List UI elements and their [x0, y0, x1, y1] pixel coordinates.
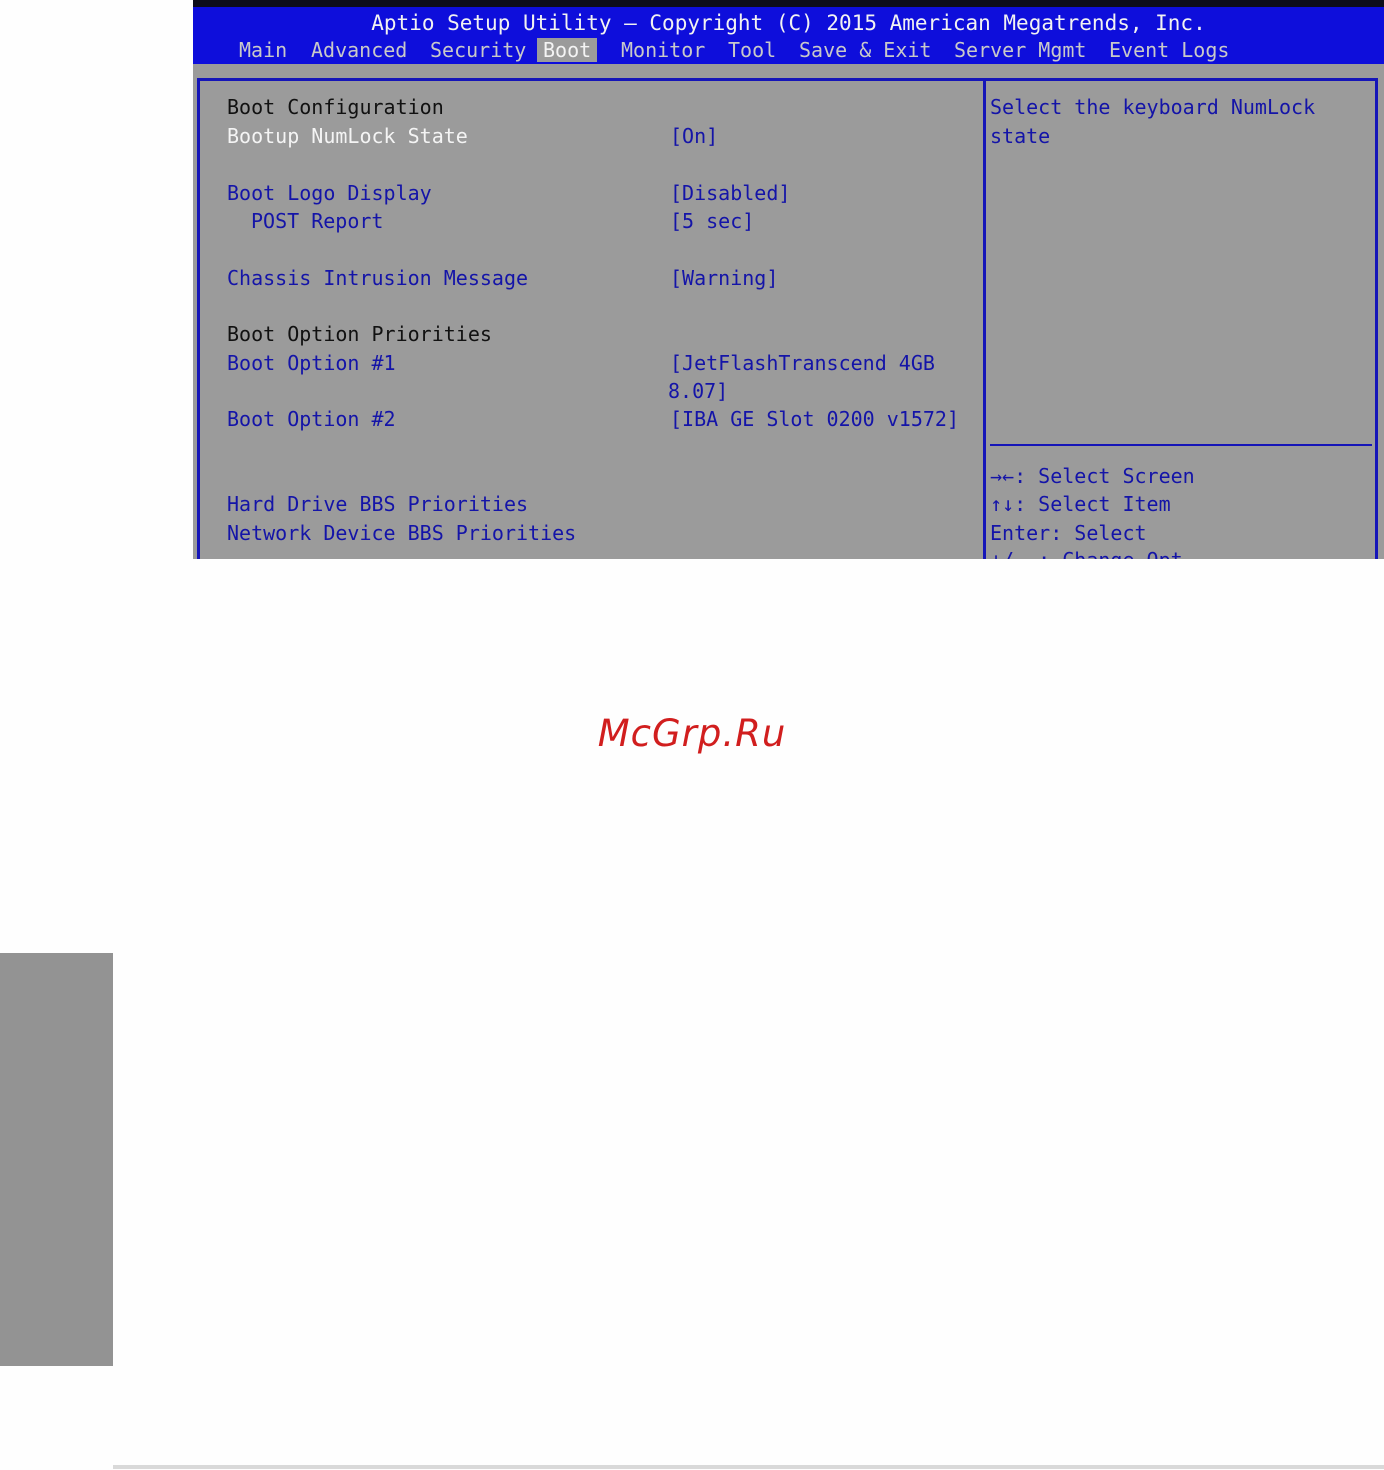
tab-security[interactable]: Security: [424, 38, 532, 62]
value-boot-logo-display[interactable]: [Disabled]: [670, 181, 790, 205]
footer-rule: [113, 1465, 1384, 1469]
chapter-side-tab: [0, 953, 113, 1366]
setting-network-device-bbs-priorities[interactable]: Network Device BBS Priorities: [227, 521, 576, 545]
tab-main[interactable]: Main: [233, 38, 293, 62]
value-boot-option-2[interactable]: [IBA GE Slot 0200 v1572]: [670, 407, 959, 431]
setting-post-report[interactable]: POST Report: [251, 209, 383, 233]
tab-boot[interactable]: Boot: [537, 38, 598, 62]
tab-monitor[interactable]: Monitor: [615, 38, 711, 62]
bios-screenshot: Aptio Setup Utility – Copyright (C) 2015…: [193, 0, 1384, 559]
setting-chassis-intrusion-message[interactable]: Chassis Intrusion Message: [227, 266, 528, 290]
window-title: Aptio Setup Utility – Copyright (C) 2015…: [371, 11, 1206, 35]
tab-server-mgmt[interactable]: Server Mgmt: [948, 38, 1092, 62]
help-key-enter-select: Enter: Select: [990, 521, 1147, 545]
tab-tool[interactable]: Tool: [722, 38, 782, 62]
value-post-report[interactable]: [5 sec]: [670, 209, 754, 233]
bios-header: Aptio Setup Utility – Copyright (C) 2015…: [193, 7, 1384, 64]
help-description-line1: Select the keyboard NumLock: [990, 95, 1316, 119]
setting-boot-option-2[interactable]: Boot Option #2: [227, 407, 396, 431]
help-description-line2: state: [990, 124, 1051, 148]
settings-frame: [197, 78, 1378, 559]
setting-boot-logo-display[interactable]: Boot Logo Display: [227, 181, 432, 205]
tab-event-logs[interactable]: Event Logs: [1103, 38, 1235, 62]
setting-hard-drive-bbs-priorities[interactable]: Hard Drive BBS Priorities: [227, 492, 528, 516]
help-key-change-opt: +/- : Change Opt: [990, 548, 1183, 559]
value-chassis-intrusion-message[interactable]: [Warning]: [670, 266, 778, 290]
help-divider: [990, 444, 1372, 446]
tab-advanced[interactable]: Advanced: [305, 38, 413, 62]
value-boot-option-1-cont[interactable]: 8.07]: [668, 379, 728, 403]
help-key-select-screen: →←: Select Screen: [990, 464, 1195, 488]
watermark-logo: McGrp.Ru: [597, 712, 787, 755]
value-bootup-numlock-state[interactable]: [On]: [670, 124, 718, 148]
value-boot-option-1[interactable]: [JetFlashTranscend 4GB: [670, 351, 935, 375]
panel-divider: [983, 78, 986, 559]
setting-boot-option-1[interactable]: Boot Option #1: [227, 351, 396, 375]
section-header-boot-configuration: Boot Configuration: [227, 95, 444, 119]
section-header-boot-option-priorities: Boot Option Priorities: [227, 322, 492, 346]
top-border: [193, 0, 1384, 7]
setting-bootup-numlock-state[interactable]: Bootup NumLock State: [227, 124, 468, 148]
help-key-select-item: ↑↓: Select Item: [990, 492, 1171, 516]
tab-save-exit[interactable]: Save & Exit: [793, 38, 937, 62]
